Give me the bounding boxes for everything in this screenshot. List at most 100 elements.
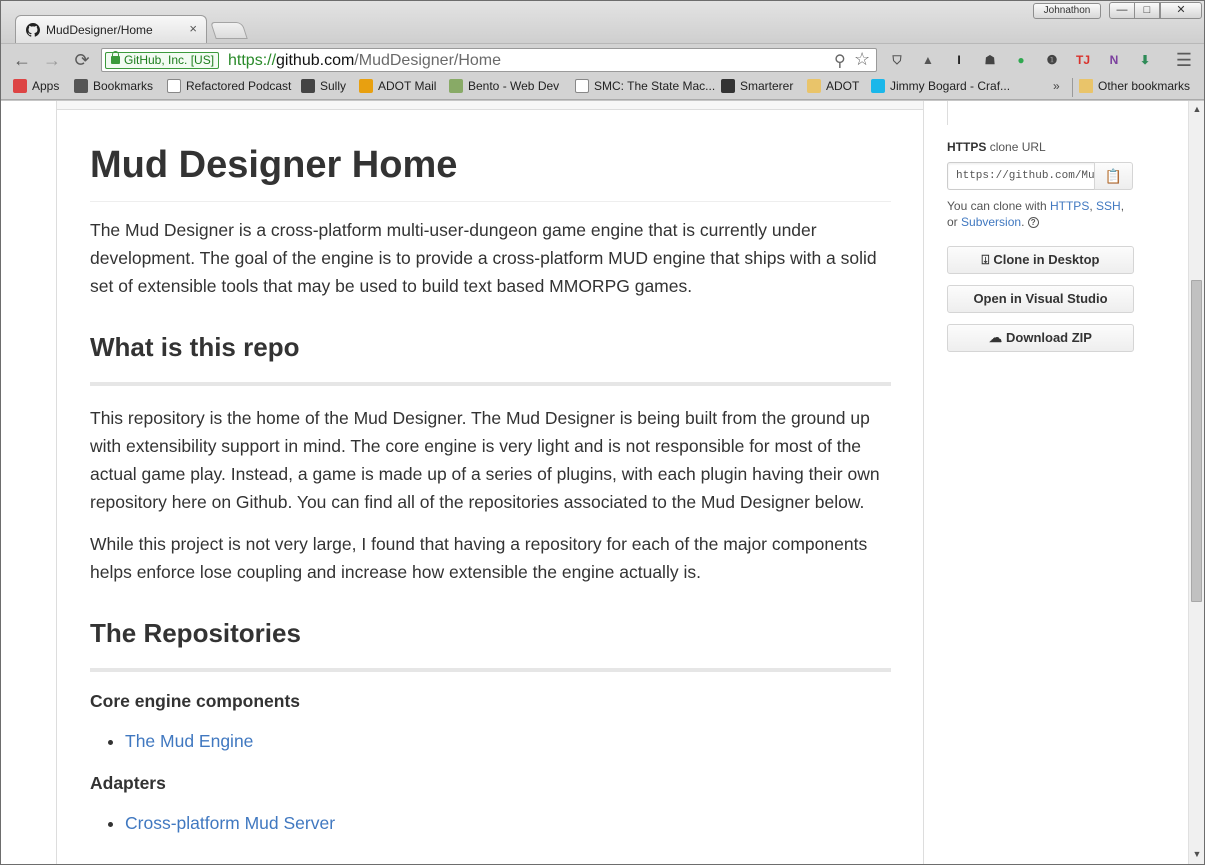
maximize-button[interactable]: □ bbox=[1134, 2, 1160, 19]
download-icon[interactable]: ⬇ bbox=[1135, 50, 1155, 70]
cube-icon bbox=[301, 79, 315, 93]
bookmark-item[interactable]: ADOT bbox=[807, 79, 859, 93]
clone-protocol: HTTPS bbox=[947, 140, 987, 154]
bookmark-label: Bookmarks bbox=[93, 79, 154, 93]
bento-icon bbox=[449, 79, 463, 93]
adapters-list: Cross-platform Mud Server bbox=[90, 810, 891, 836]
clone-url-label: HTTPS clone URL bbox=[947, 140, 1046, 154]
instapaper-icon[interactable]: I bbox=[949, 50, 969, 70]
tab-active[interactable]: MudDesigner/Home × bbox=[15, 15, 207, 43]
cloud-download-icon: ☁ bbox=[989, 330, 1003, 345]
ev-badge-label: GitHub, Inc. [US] bbox=[124, 53, 215, 67]
clone-help-or: or bbox=[947, 215, 958, 229]
bookmark-item[interactable]: Bento - Web Dev bbox=[449, 79, 559, 93]
bookmark-item[interactable]: Sully bbox=[301, 79, 346, 93]
core-components-list: The Mud Engine bbox=[90, 728, 891, 754]
url-text[interactable]: https://github.com/MudDesigner/Home bbox=[228, 51, 501, 71]
open-in-visual-studio-button[interactable]: Open in Visual Studio bbox=[947, 285, 1134, 313]
intro-paragraph: The Mud Designer is a cross-platform mul… bbox=[90, 220, 877, 296]
clone-in-desktop-button[interactable]: ⍗ Clone in Desktop bbox=[947, 246, 1134, 274]
clone-help-text: You can clone with HTTPS, SSH, or Subver… bbox=[947, 199, 1125, 229]
bookmark-label: Jimmy Bogard - Craf... bbox=[890, 79, 1011, 93]
onenote-icon[interactable]: N bbox=[1104, 50, 1124, 70]
vimeo-icon bbox=[871, 79, 885, 93]
onepassword-icon[interactable]: ❶ bbox=[1042, 50, 1062, 70]
bookmark-star-icon[interactable]: ☆ bbox=[854, 49, 870, 70]
repo-description-paragraph: This repository is the home of the Mud D… bbox=[90, 408, 880, 512]
bookmark-label: Apps bbox=[32, 79, 60, 93]
browser-toolbar: ← → ⟳ GitHub, Inc. [US] https://github.c… bbox=[1, 43, 1204, 75]
markdown-body: Mud Designer Home The Mud Designer is a … bbox=[90, 136, 891, 836]
scrollbar-thumb[interactable] bbox=[1191, 280, 1202, 602]
bookmark-item[interactable]: Bookmarks bbox=[74, 79, 153, 93]
tab-close-icon[interactable]: × bbox=[189, 21, 197, 36]
clone-label-text: clone URL bbox=[989, 140, 1046, 154]
back-button[interactable]: ← bbox=[11, 50, 33, 70]
apps-grid-icon bbox=[13, 79, 27, 93]
address-bar[interactable]: GitHub, Inc. [US] https://github.com/Mud… bbox=[101, 48, 877, 72]
section-heading-repositories: The Repositories bbox=[90, 616, 891, 672]
page-icon bbox=[575, 79, 589, 93]
bookmark-label: Smarterer bbox=[740, 79, 794, 93]
bookmark-label: Refactored Podcast bbox=[186, 79, 292, 93]
browser-window: MudDesigner/Home × Johnathon — □ ✕ ← → ⟳… bbox=[0, 0, 1205, 865]
bookmark-item[interactable]: Apps bbox=[13, 79, 59, 93]
download-zip-button[interactable]: ☁ Download ZIP bbox=[947, 324, 1134, 352]
link-mud-server[interactable]: Cross-platform Mud Server bbox=[125, 810, 891, 836]
profile-button[interactable]: Johnathon bbox=[1033, 3, 1101, 19]
close-window-button[interactable]: ✕ bbox=[1160, 2, 1202, 19]
scroll-down-arrow[interactable]: ▼ bbox=[1189, 846, 1204, 862]
bookmark-label: Bento - Web Dev bbox=[468, 79, 560, 93]
new-tab-button[interactable] bbox=[210, 22, 248, 39]
other-bookmarks-label: Other bookmarks bbox=[1098, 79, 1191, 93]
copy-to-clipboard-button[interactable]: 📋 bbox=[1094, 162, 1133, 190]
bookmark-label: ADOT bbox=[826, 79, 860, 93]
bookmark-item[interactable]: Smarterer bbox=[721, 79, 793, 93]
reload-button[interactable]: ⟳ bbox=[71, 50, 93, 70]
clone-subversion-link[interactable]: Subversion bbox=[961, 215, 1021, 229]
clone-https-link[interactable]: HTTPS bbox=[1050, 199, 1089, 213]
bookmarks-bar: Apps Bookmarks Refactored Podcast Sully ADOT… bbox=[1, 75, 1204, 100]
bookmark-item[interactable]: SMC: The State Mac... bbox=[575, 79, 715, 93]
section-heading-what-is-this-repo: What is this repo bbox=[90, 330, 891, 386]
outlook-icon bbox=[359, 79, 373, 93]
scroll-up-arrow[interactable]: ▲ bbox=[1189, 101, 1204, 117]
pocket-icon[interactable]: ⛉ bbox=[887, 50, 907, 70]
page-title: Mud Designer Home bbox=[90, 136, 891, 202]
core-components-heading: Core engine components bbox=[90, 691, 301, 711]
forward-button[interactable]: → bbox=[41, 50, 63, 70]
chrome-menu-icon[interactable]: ☰ bbox=[1173, 50, 1195, 70]
tapp-icon[interactable]: TJ bbox=[1073, 50, 1093, 70]
url-scheme: https:// bbox=[228, 52, 277, 69]
star-icon bbox=[74, 79, 88, 93]
bookmarks-overflow-button[interactable]: » bbox=[1053, 79, 1060, 93]
url-path: /MudDesigner/Home bbox=[354, 52, 502, 69]
help-icon[interactable]: ? bbox=[1027, 217, 1039, 228]
folder-icon bbox=[807, 79, 821, 93]
evernote-icon[interactable]: ☗ bbox=[980, 50, 1000, 70]
bookmark-label: Sully bbox=[320, 79, 347, 93]
clone-ssh-link[interactable]: SSH bbox=[1096, 199, 1121, 213]
page-viewport: Mud Designer Home The Mud Designer is a … bbox=[1, 101, 1188, 864]
bookmark-item[interactable]: Jimmy Bogard - Craf... bbox=[871, 79, 1010, 93]
green-dot-icon[interactable]: ● bbox=[1011, 50, 1031, 70]
vertical-scrollbar[interactable]: ▲ ▼ bbox=[1188, 101, 1204, 864]
sidebar-divider bbox=[947, 101, 948, 125]
minimize-button[interactable]: — bbox=[1109, 2, 1135, 19]
ev-certificate-badge[interactable]: GitHub, Inc. [US] bbox=[105, 51, 220, 69]
bookmark-item[interactable]: ADOT Mail bbox=[359, 79, 436, 93]
bookmark-item[interactable]: Refactored Podcast bbox=[167, 79, 291, 93]
coupling-paragraph: While this project is not very large, I … bbox=[90, 534, 868, 582]
bell-icon[interactable]: ▲ bbox=[918, 50, 938, 70]
zoom-icon[interactable]: ⚲ bbox=[834, 51, 846, 71]
adapters-heading: Adapters bbox=[90, 773, 166, 793]
github-octocat-icon bbox=[26, 22, 40, 37]
desktop-download-icon: ⍗ bbox=[981, 252, 990, 267]
bookmark-label: SMC: The State Mac... bbox=[594, 79, 716, 93]
open-in-visual-studio-label: Open in Visual Studio bbox=[973, 291, 1108, 306]
readme-panel: Mud Designer Home The Mud Designer is a … bbox=[56, 101, 924, 864]
other-bookmarks[interactable]: Other bookmarks bbox=[1079, 79, 1190, 93]
link-the-mud-engine[interactable]: The Mud Engine bbox=[125, 728, 891, 754]
clone-url-input[interactable]: https://github.com/MudDesigner/Home.git bbox=[947, 162, 1095, 190]
owl-icon bbox=[721, 79, 735, 93]
